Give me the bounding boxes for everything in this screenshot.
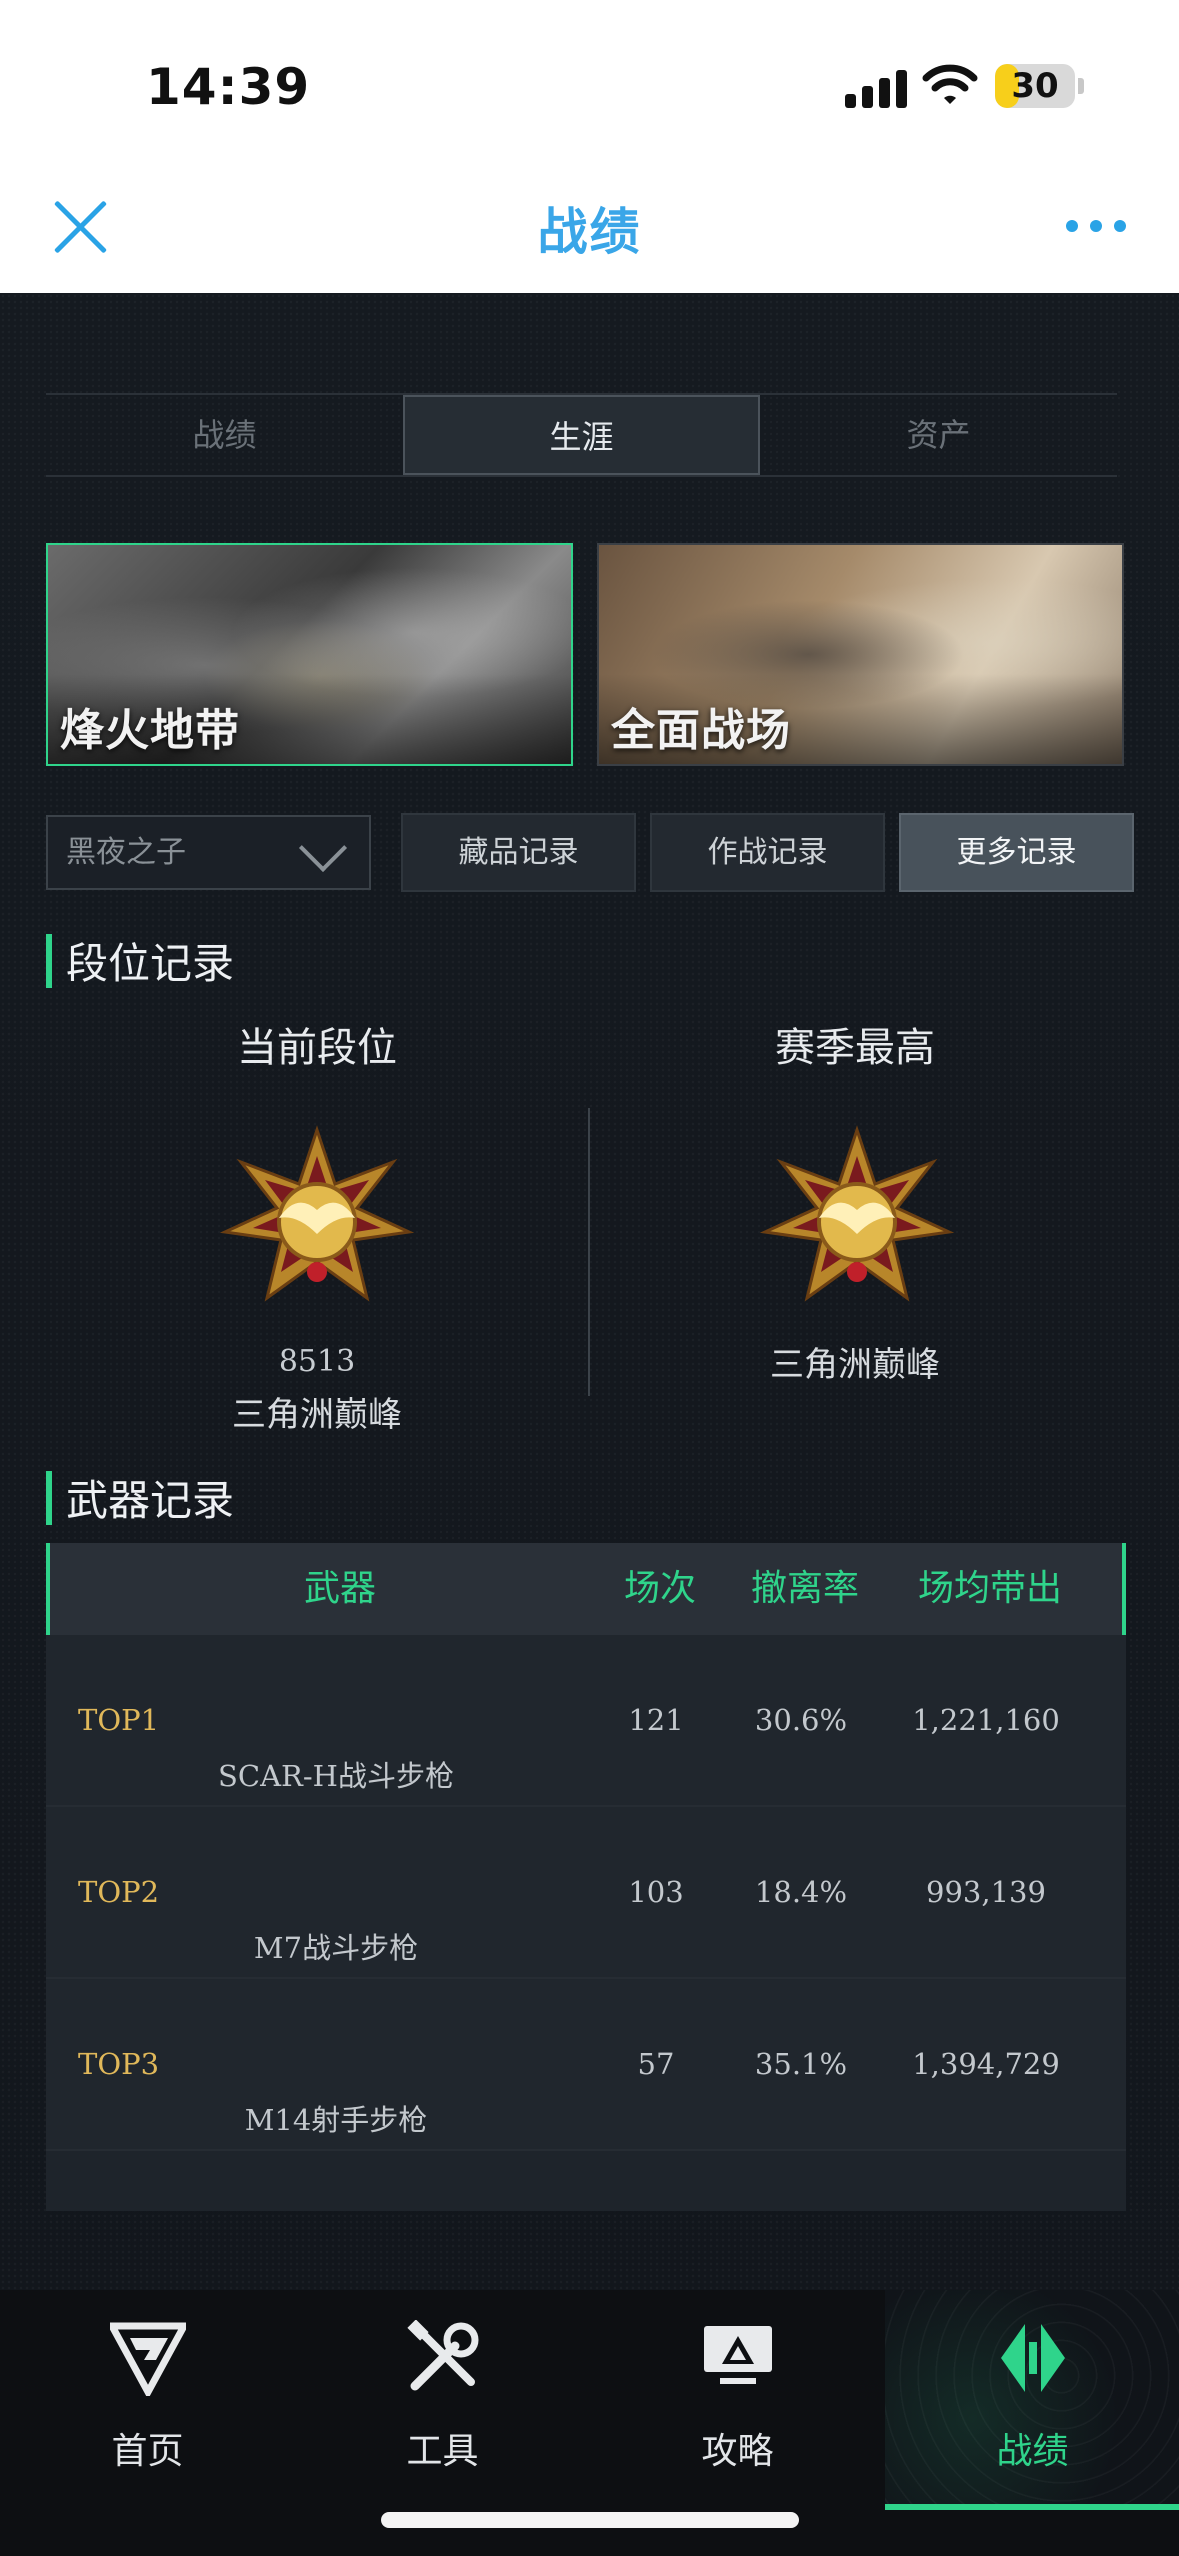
weapon-matches: 57: [637, 2047, 675, 2081]
tab-career[interactable]: 生涯: [403, 395, 760, 475]
battery-icon: 30: [995, 64, 1075, 108]
weapon-avg-loot: 993,139: [926, 1875, 1046, 1909]
weapon-name: SCAR-H战斗步枪: [218, 1759, 454, 1793]
table-row[interactable]: TOP3 57 35.1% 1,394,729 M14射手步枪: [46, 1979, 1126, 2151]
season-select-value: 黑夜之子: [66, 835, 186, 870]
current-rank-name: 三角洲巅峰: [232, 1395, 402, 1435]
season-select[interactable]: 黑夜之子: [46, 815, 371, 890]
home-indicator[interactable]: [381, 2512, 799, 2528]
current-rank-heading: 当前段位: [237, 1025, 397, 1071]
weapon-avg-loot: 1,221,160: [912, 1703, 1060, 1737]
more-options-icon[interactable]: [1066, 220, 1126, 234]
weapon-matches: 103: [628, 1875, 684, 1909]
rank-section-title: 段位记录: [46, 930, 234, 991]
collection-record-button[interactable]: 藏品记录: [401, 813, 636, 892]
table-row[interactable]: TOP2 103 18.4% 993,139 M7战斗步枪: [46, 1807, 1126, 1979]
tab-assets[interactable]: 资产: [760, 395, 1117, 475]
more-records-button[interactable]: 更多记录: [899, 813, 1134, 892]
rank-medal-icon: [219, 1125, 415, 1302]
column-extract-rate: 撤离率: [750, 1568, 859, 1609]
column-weapon: 武器: [303, 1568, 376, 1609]
mode-card-label: 全面战场: [611, 705, 791, 756]
weapon-extract-rate: 35.1%: [754, 2047, 848, 2081]
nav-label: 首页: [111, 2431, 184, 2472]
rank-divider: [588, 1108, 590, 1396]
battery-percent: 30: [1011, 66, 1059, 106]
weapon-rank: TOP1: [78, 1703, 160, 1737]
nav-guide[interactable]: 攻略: [590, 2290, 885, 2510]
rank-medal-icon: [759, 1125, 955, 1302]
weapon-rank: TOP3: [78, 2047, 160, 2081]
record-icon: [1001, 2324, 1065, 2392]
weapon-table: 武器 场次 撤离率 场均带出 TOP1 121 30.6% 1,221,160 …: [46, 1543, 1126, 2211]
weapon-avg-loot: 1,394,729: [912, 2047, 1060, 2081]
cellular-signal-icon: [845, 68, 907, 108]
season-best-rank-name: 三角洲巅峰: [770, 1345, 940, 1385]
battery-cap: [1078, 78, 1084, 94]
table-row[interactable]: TOP1 121 30.6% 1,221,160 SCAR-H战斗步枪: [46, 1635, 1126, 1807]
mode-card-label: 烽火地带: [60, 705, 240, 756]
nav-tools[interactable]: 工具: [295, 2290, 590, 2510]
tools-icon: [407, 2320, 479, 2391]
weapon-section-title: 武器记录: [46, 1467, 234, 1528]
nav-label: 攻略: [701, 2431, 774, 2472]
weapon-extract-rate: 18.4%: [754, 1875, 848, 1909]
page-title: 战绩: [537, 203, 642, 261]
column-matches: 场次: [623, 1568, 696, 1609]
nav-label: 战绩: [996, 2431, 1069, 2472]
season-best-heading: 赛季最高: [775, 1025, 935, 1071]
nav-label: 工具: [406, 2431, 479, 2472]
weapon-name: M7战斗步枪: [253, 1931, 419, 1965]
current-rank-score: 8513: [278, 1344, 356, 1379]
weapon-matches: 121: [628, 1703, 684, 1737]
section-tabs: 战绩 生涯 资产: [46, 393, 1117, 477]
weapon-table-header: 武器 场次 撤离率 场均带出: [46, 1543, 1126, 1635]
mode-card-hazard-zone[interactable]: 烽火地带: [46, 543, 573, 766]
weapon-extract-rate: 30.6%: [754, 1703, 848, 1737]
guide-monitor-icon: [704, 2326, 772, 2384]
status-time: 14:39: [146, 58, 311, 116]
home-logo-icon: [110, 2322, 186, 2396]
weapon-rank: TOP2: [78, 1875, 160, 1909]
nav-home[interactable]: 首页: [0, 2290, 295, 2510]
wifi-icon: [922, 64, 978, 104]
nav-record[interactable]: 战绩: [885, 2290, 1179, 2510]
tab-record[interactable]: 战绩: [46, 395, 403, 475]
chevron-down-icon: [298, 823, 348, 873]
battle-record-button[interactable]: 作战记录: [650, 813, 885, 892]
mode-card-full-battlefield[interactable]: 全面战场: [597, 543, 1124, 766]
column-avg-loot: 场均带出: [917, 1568, 1062, 1609]
weapon-name: M14射手步枪: [244, 2103, 428, 2137]
